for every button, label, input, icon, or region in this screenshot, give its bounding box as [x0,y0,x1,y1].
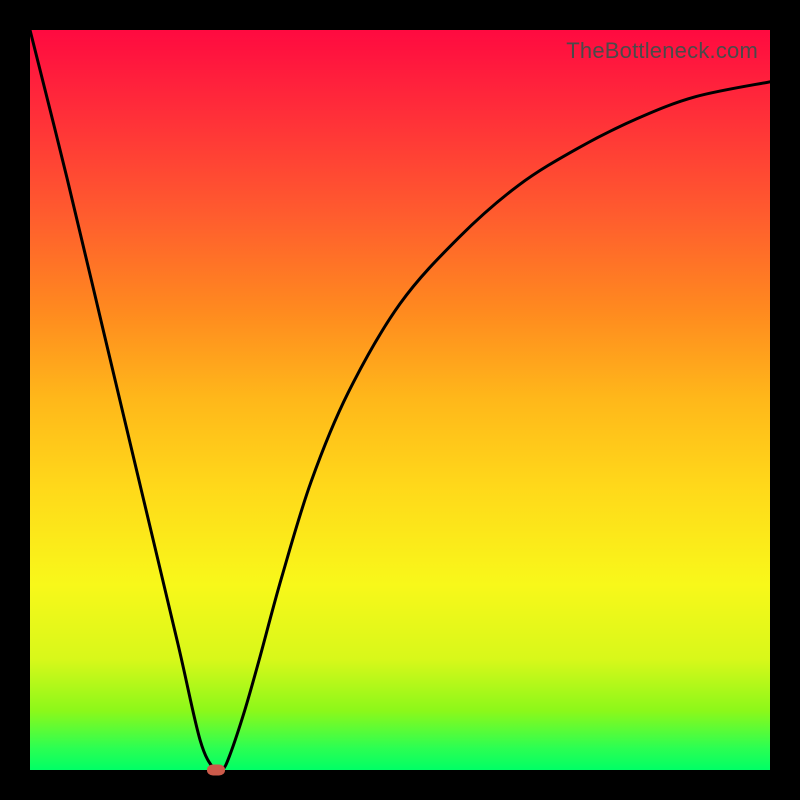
bottleneck-curve [30,30,770,770]
watermark-text: TheBottleneck.com [566,38,758,64]
chart-frame: TheBottleneck.com [0,0,800,800]
minimum-marker [207,765,225,776]
curve-layer [30,30,770,770]
plot-area: TheBottleneck.com [30,30,770,770]
